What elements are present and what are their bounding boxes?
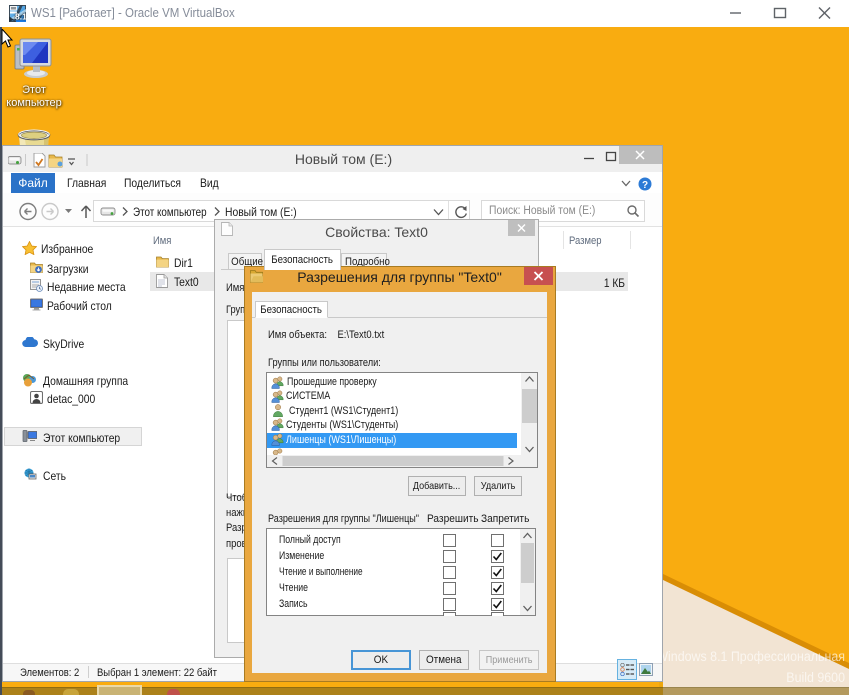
- svg-text:8.1: 8.1: [15, 12, 26, 22]
- svg-text:?: ?: [642, 180, 648, 191]
